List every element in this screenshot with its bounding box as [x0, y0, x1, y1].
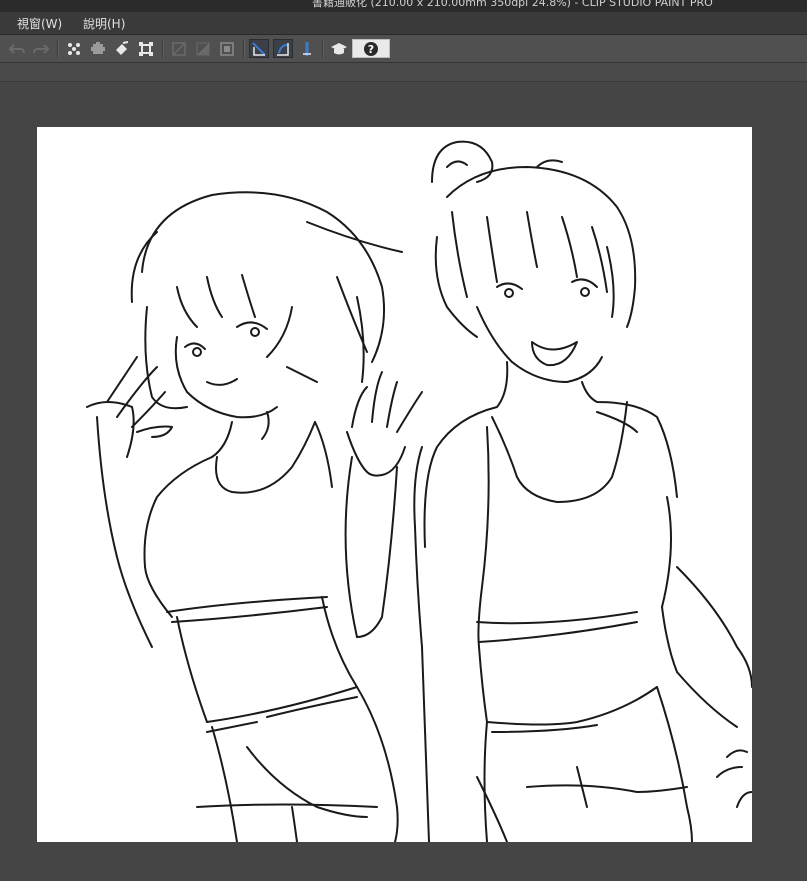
help-icon: ?	[364, 41, 378, 56]
ruler-snap-icon	[252, 41, 266, 56]
transform-button[interactable]	[88, 39, 108, 58]
toolbar-separator	[322, 40, 324, 58]
toolbar-separator	[57, 40, 59, 58]
clear-outside-icon	[172, 41, 186, 56]
help-button[interactable]: ?	[352, 39, 390, 58]
snap-to-special-ruler-button[interactable]	[273, 39, 293, 58]
menu-window[interactable]: 視窗(W)	[17, 15, 62, 32]
redo-button[interactable]	[31, 39, 51, 58]
command-bar: ?	[0, 35, 807, 63]
redo-icon	[33, 43, 49, 54]
clear-outside-button[interactable]	[169, 39, 189, 58]
tutorial-icon	[331, 42, 347, 54]
undo-button[interactable]	[7, 39, 27, 58]
tutorial-button[interactable]	[329, 39, 349, 58]
free-transform-button[interactable]	[136, 39, 156, 58]
window-title: 書籍通販化 (210.00 x 210.00mm 350dpi 24.8%) -…	[312, 0, 713, 9]
fill-button[interactable]	[112, 39, 132, 58]
toolbar-separator	[243, 40, 245, 58]
invert-selection-icon	[196, 42, 210, 55]
svg-text:?: ?	[368, 43, 374, 56]
drawing-canvas[interactable]	[37, 127, 752, 842]
tool-property-strip	[0, 63, 807, 82]
special-ruler-snap-icon	[277, 42, 289, 56]
invert-selection-button[interactable]	[193, 39, 213, 58]
menu-help[interactable]: 說明(H)	[83, 15, 125, 32]
free-transform-icon	[139, 41, 153, 56]
snap-to-ruler-button[interactable]	[249, 39, 269, 58]
grid-snap-icon	[303, 41, 311, 56]
fill-bucket-icon	[116, 40, 129, 55]
selection-scatter-icon	[68, 42, 80, 55]
transform-icon	[91, 41, 105, 54]
title-bar: 書籍通販化 (210.00 x 210.00mm 350dpi 24.8%) -…	[0, 0, 807, 12]
snap-to-grid-button[interactable]	[297, 39, 317, 58]
sketch-artwork	[86, 140, 752, 842]
toolbar-separator	[162, 40, 164, 58]
crop-icon	[220, 41, 234, 56]
undo-icon	[9, 43, 25, 54]
menu-bar: 視窗(W) 說明(H)	[0, 12, 807, 35]
selection-scatter-button[interactable]	[64, 39, 84, 58]
crop-button[interactable]	[217, 39, 237, 58]
